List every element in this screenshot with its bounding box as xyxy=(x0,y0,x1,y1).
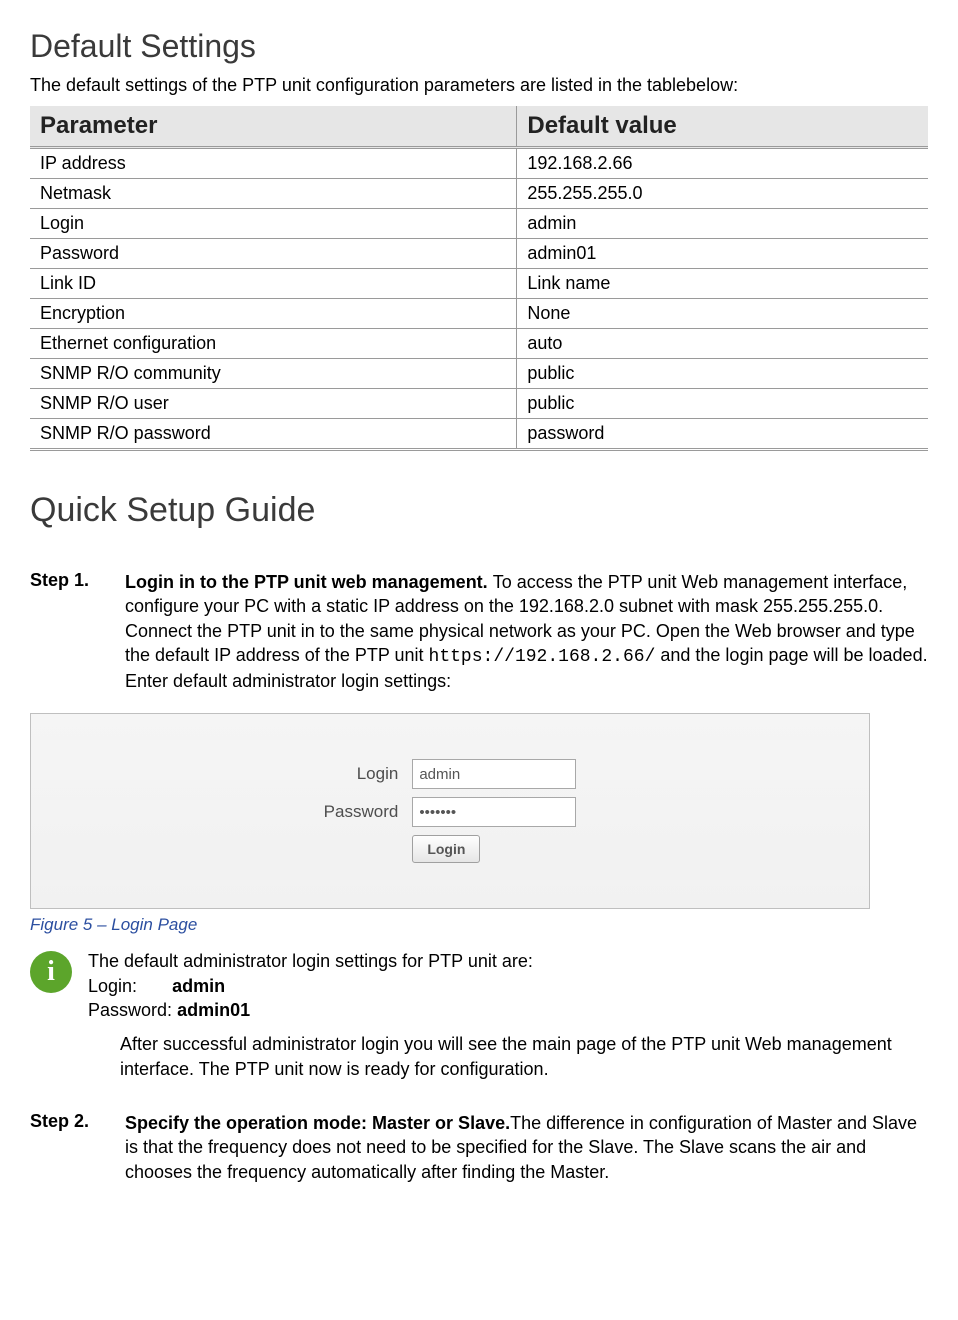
default-settings-heading: Default Settings xyxy=(30,28,928,65)
info-password-value: admin01 xyxy=(177,1000,250,1020)
table-cell-value: password xyxy=(517,419,928,450)
info-login-label: Login: xyxy=(88,976,137,996)
table-row: SNMP R/O communitypublic xyxy=(30,359,928,389)
table-row: EncryptionNone xyxy=(30,299,928,329)
login-page-figure: Login Password Login xyxy=(30,713,870,909)
step-1: Step 1. Login in to the PTP unit web man… xyxy=(30,570,928,693)
table-cell-param: Netmask xyxy=(30,179,517,209)
table-cell-value: auto xyxy=(517,329,928,359)
table-cell-value: admin01 xyxy=(517,239,928,269)
step-2-body: Specify the operation mode: Master or Sl… xyxy=(125,1111,928,1184)
table-cell-value: admin xyxy=(517,209,928,239)
step-2-lead: Specify the operation mode: Master or Sl… xyxy=(125,1113,510,1133)
info-body: The default administrator login settings… xyxy=(88,949,533,1022)
login-input[interactable] xyxy=(412,759,576,789)
table-cell-param: Password xyxy=(30,239,517,269)
table-row: SNMP R/O passwordpassword xyxy=(30,419,928,450)
default-settings-table: Parameter Default value IP address192.16… xyxy=(30,106,928,451)
info-password-label: Password: xyxy=(88,1000,172,1020)
table-row: Netmask255.255.255.0 xyxy=(30,179,928,209)
table-header-parameter: Parameter xyxy=(30,106,517,148)
table-cell-value: public xyxy=(517,389,928,419)
step-1-label: Step 1. xyxy=(30,570,125,591)
login-button[interactable]: Login xyxy=(412,835,480,863)
table-cell-param: IP address xyxy=(30,148,517,179)
figure-caption: Figure 5 – Login Page xyxy=(30,915,928,935)
login-form: Login Password Login xyxy=(324,759,577,863)
table-cell-param: Link ID xyxy=(30,269,517,299)
password-input[interactable] xyxy=(412,797,576,827)
step-1-body: Login in to the PTP unit web management.… xyxy=(125,570,928,693)
after-login-text: After successful administrator login you… xyxy=(120,1032,928,1081)
table-row: Passwordadmin01 xyxy=(30,239,928,269)
info-login-value: admin xyxy=(172,976,225,996)
info-icon: i xyxy=(30,951,72,993)
login-label: Login xyxy=(324,764,399,784)
step-1-lead: Login in to the PTP unit web management. xyxy=(125,572,493,592)
table-cell-param: Ethernet configuration xyxy=(30,329,517,359)
quick-setup-guide-heading: Quick Setup Guide xyxy=(30,491,928,530)
table-cell-value: Link name xyxy=(517,269,928,299)
table-cell-param: Login xyxy=(30,209,517,239)
table-cell-value: 255.255.255.0 xyxy=(517,179,928,209)
table-header-default-value: Default value xyxy=(517,106,928,148)
table-cell-param: SNMP R/O community xyxy=(30,359,517,389)
table-row: Ethernet configurationauto xyxy=(30,329,928,359)
info-line1: The default administrator login settings… xyxy=(88,949,533,973)
table-cell-value: public xyxy=(517,359,928,389)
table-cell-value: 192.168.2.66 xyxy=(517,148,928,179)
table-row: Loginadmin xyxy=(30,209,928,239)
table-cell-value: None xyxy=(517,299,928,329)
table-row: Link IDLink name xyxy=(30,269,928,299)
table-row: IP address192.168.2.66 xyxy=(30,148,928,179)
table-row: SNMP R/O userpublic xyxy=(30,389,928,419)
table-cell-param: Encryption xyxy=(30,299,517,329)
table-cell-param: SNMP R/O password xyxy=(30,419,517,450)
step-1-url: https://192.168.2.66/ xyxy=(429,647,656,667)
info-box: i The default administrator login settin… xyxy=(30,949,928,1022)
table-cell-param: SNMP R/O user xyxy=(30,389,517,419)
step-2-label: Step 2. xyxy=(30,1111,125,1132)
step-2: Step 2. Specify the operation mode: Mast… xyxy=(30,1111,928,1184)
default-settings-intro: The default settings of the PTP unit con… xyxy=(30,75,928,96)
password-label: Password xyxy=(324,802,399,822)
